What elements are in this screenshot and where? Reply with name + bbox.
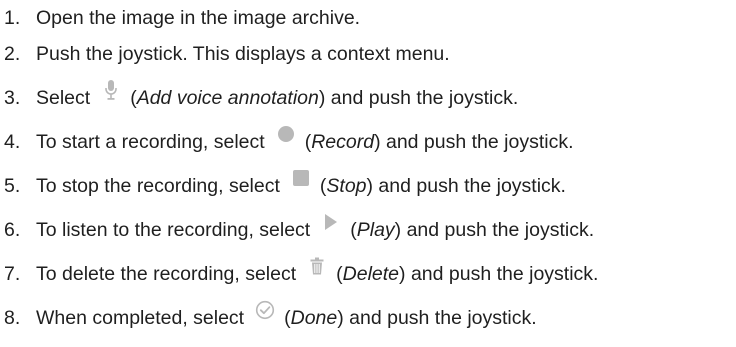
- step-prefix: To stop the recording, select: [36, 174, 280, 197]
- step-suffix: ) and push the joystick.: [318, 86, 519, 109]
- step-suffix: ) and push the joystick.: [394, 218, 595, 241]
- play-icon: [320, 211, 342, 233]
- step-number: 4.: [4, 130, 21, 153]
- step-number: 3.: [4, 86, 21, 109]
- action-label: Delete: [342, 262, 400, 285]
- action-label: Record: [311, 130, 375, 153]
- check-circle-icon: [254, 299, 276, 321]
- step-number: 5.: [4, 174, 21, 197]
- action-label: Add voice annotation: [136, 86, 319, 109]
- trash-icon: [306, 255, 328, 277]
- step-number: 1.: [4, 6, 21, 29]
- step-2: 2. Push the joystick. This displays a co…: [0, 39, 450, 69]
- step-number: 7.: [4, 262, 21, 285]
- step-number: 6.: [4, 218, 21, 241]
- step-7: 7. To delete the recording, select (Dele…: [0, 257, 599, 289]
- step-1: 1. Open the image in the image archive.: [0, 3, 360, 33]
- action-label: Play: [356, 218, 395, 241]
- record-icon: [275, 123, 297, 145]
- action-label: Stop: [326, 174, 367, 197]
- step-4: 4. To start a recording, select (Record)…: [0, 126, 574, 157]
- action-label: Done: [290, 306, 338, 329]
- step-suffix: ) and push the joystick.: [366, 174, 566, 197]
- step-prefix: Select: [36, 86, 91, 109]
- stop-icon: [290, 167, 312, 189]
- step-prefix: To start a recording, select: [36, 130, 265, 153]
- step-8: 8. When completed, select (Done) and pus…: [0, 300, 537, 333]
- step-number: 8.: [4, 306, 21, 329]
- step-suffix: ) and push the joystick.: [399, 262, 599, 285]
- step-prefix: To listen to the recording, select: [36, 218, 311, 241]
- step-suffix: ) and push the joystick.: [337, 306, 537, 329]
- step-suffix: ) and push the joystick.: [374, 130, 574, 153]
- step-number: 2.: [4, 42, 21, 65]
- step-5: 5. To stop the recording, select (Stop) …: [0, 170, 566, 201]
- step-text: Push the joystick. This displays a conte…: [36, 42, 450, 65]
- step-3: 3. Select (Add voice annotation) and pus…: [0, 80, 519, 113]
- step-text: Open the image in the image archive.: [36, 6, 361, 29]
- step-6: 6. To listen to the recording, select (P…: [0, 214, 595, 245]
- microphone-icon: [100, 79, 122, 101]
- step-prefix: To delete the recording, select: [36, 262, 297, 285]
- step-prefix: When completed, select: [36, 306, 245, 329]
